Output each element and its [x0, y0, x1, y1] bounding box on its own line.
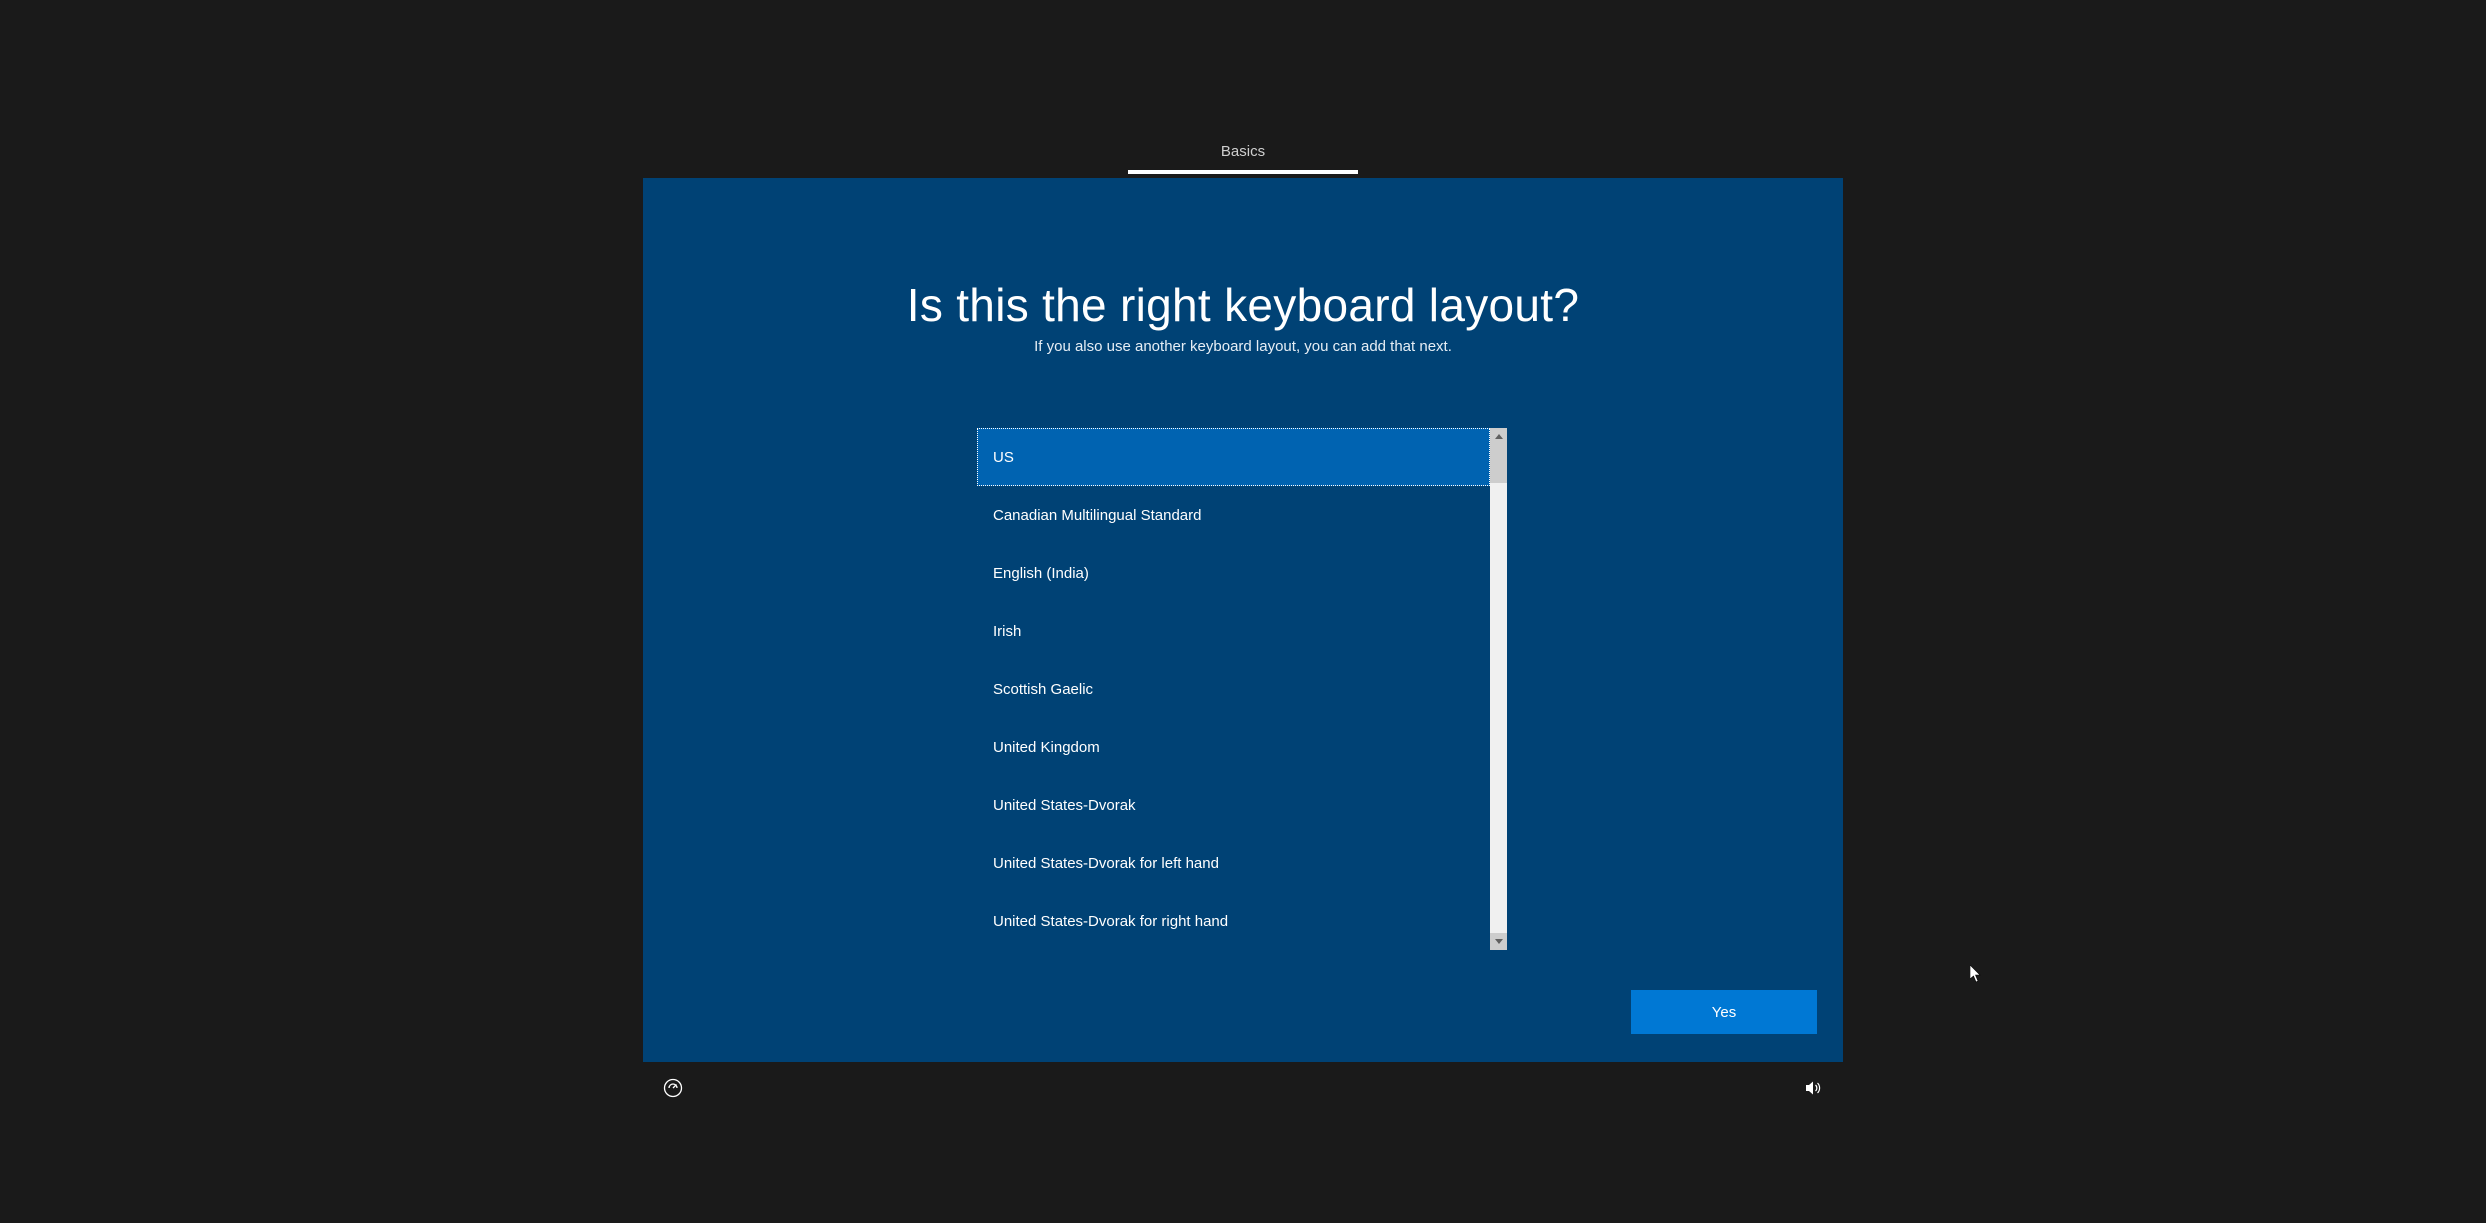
keyboard-layout-option[interactable]: Irish — [977, 602, 1490, 660]
volume-icon — [1804, 1079, 1822, 1097]
keyboard-layout-option-label: Canadian Multilingual Standard — [993, 507, 1201, 524]
scroll-track[interactable] — [1490, 445, 1507, 933]
keyboard-layout-option[interactable]: United States-Dvorak — [977, 776, 1490, 834]
scroll-down-arrow[interactable] — [1490, 933, 1507, 950]
yes-button[interactable]: Yes — [1631, 990, 1817, 1034]
volume-button[interactable] — [1801, 1076, 1825, 1100]
ease-of-access-icon — [663, 1078, 683, 1098]
keyboard-layout-option-label: Irish — [993, 623, 1021, 640]
keyboard-layout-option-label: United States-Dvorak for right hand — [993, 913, 1228, 930]
keyboard-layout-option[interactable]: United States-Dvorak for right hand — [977, 892, 1490, 950]
oobe-taskbar — [643, 1068, 1843, 1108]
tab-basics[interactable]: Basics — [1128, 143, 1358, 174]
scroll-up-arrow[interactable] — [1490, 428, 1507, 445]
keyboard-layout-option[interactable]: United States-Dvorak for left hand — [977, 834, 1490, 892]
page-subheading: If you also use another keyboard layout,… — [643, 338, 1843, 355]
keyboard-layout-option-label: United States-Dvorak for left hand — [993, 855, 1219, 872]
keyboard-layout-option[interactable]: English (India) — [977, 544, 1490, 602]
page-heading: Is this the right keyboard layout? — [643, 278, 1843, 332]
scrollbar[interactable] — [1490, 428, 1507, 950]
keyboard-layout-list[interactable]: US Canadian Multilingual Standard English … — [977, 428, 1490, 950]
keyboard-layout-option[interactable]: Canadian Multilingual Standard — [977, 486, 1490, 544]
keyboard-layout-option-label: United Kingdom — [993, 739, 1100, 756]
keyboard-layout-option-label: United States-Dvorak — [993, 797, 1136, 814]
mouse-cursor-icon — [1970, 965, 1982, 983]
keyboard-layout-listbox: US Canadian Multilingual Standard English … — [977, 428, 1507, 950]
oobe-panel: Is this the right keyboard layout? If yo… — [643, 178, 1843, 1062]
scroll-thumb[interactable] — [1490, 445, 1507, 483]
keyboard-layout-option[interactable]: US — [977, 428, 1490, 486]
yes-button-label: Yes — [1712, 1004, 1736, 1021]
tab-basics-label: Basics — [1221, 143, 1265, 160]
keyboard-layout-option[interactable]: Scottish Gaelic — [977, 660, 1490, 718]
keyboard-layout-option-label: US — [993, 449, 1014, 466]
keyboard-layout-option[interactable]: United Kingdom — [977, 718, 1490, 776]
chevron-up-icon — [1495, 434, 1503, 439]
keyboard-layout-option-label: English (India) — [993, 565, 1089, 582]
keyboard-layout-option-label: Scottish Gaelic — [993, 681, 1093, 698]
chevron-down-icon — [1495, 939, 1503, 944]
oobe-tab-bar: Basics — [643, 135, 1843, 181]
ease-of-access-button[interactable] — [661, 1076, 685, 1100]
